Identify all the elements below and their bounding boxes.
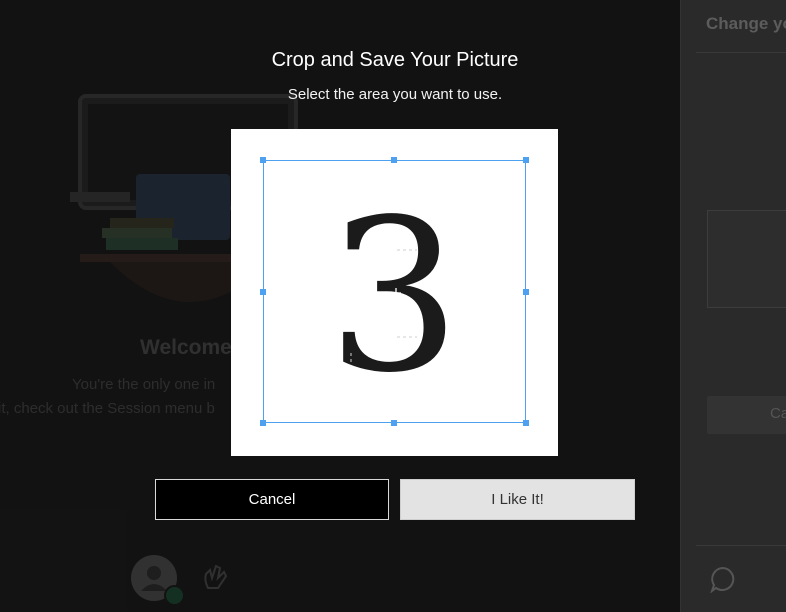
- crop-handle-bottom-left[interactable]: [260, 420, 266, 426]
- crop-handle-top[interactable]: [391, 157, 397, 163]
- cancel-button[interactable]: Cancel: [155, 479, 389, 520]
- crop-selection-box[interactable]: [263, 160, 526, 423]
- crop-handle-top-left[interactable]: [260, 157, 266, 163]
- crop-handle-bottom-right[interactable]: [523, 420, 529, 426]
- crop-handle-left[interactable]: [260, 289, 266, 295]
- crop-handle-bottom[interactable]: [391, 420, 397, 426]
- crosshair-icon: [391, 288, 401, 298]
- dialog-subtitle: Select the area you want to use.: [287, 86, 503, 103]
- panel-button[interactable]: Ca: [707, 396, 786, 434]
- panel-title: Change yo: [706, 14, 786, 33]
- panel-content-box: [707, 210, 786, 308]
- confirm-crop-button[interactable]: I Like It!: [400, 479, 635, 520]
- crop-handle-top-right[interactable]: [523, 157, 529, 163]
- crop-handle-right[interactable]: [523, 289, 529, 295]
- chat-icon[interactable]: [709, 565, 737, 593]
- dialog-title: Crop and Save Your Picture: [271, 49, 519, 71]
- divider: [696, 545, 786, 546]
- panel-button-label: Ca: [770, 405, 786, 422]
